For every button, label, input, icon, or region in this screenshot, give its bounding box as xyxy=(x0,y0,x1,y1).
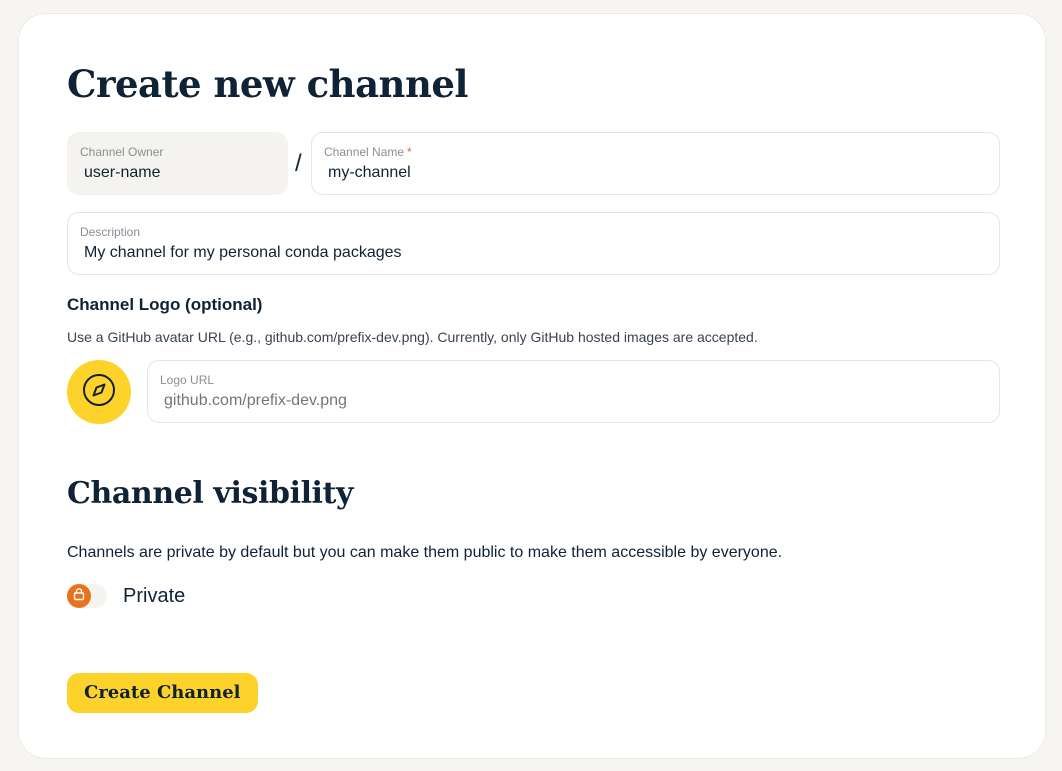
channel-name-label: Channel Name * xyxy=(324,145,412,159)
channel-owner-value: user-name xyxy=(84,164,161,181)
visibility-toggle[interactable] xyxy=(67,584,107,608)
logo-url-label: Logo URL xyxy=(160,373,215,387)
logo-preview xyxy=(67,360,131,424)
create-channel-button[interactable]: Create Channel xyxy=(67,673,258,713)
visibility-heading: Channel visibility xyxy=(67,476,354,511)
page-title: Create new channel xyxy=(67,62,468,106)
lock-icon xyxy=(72,587,86,606)
channel-owner-field: Channel Owner user-name xyxy=(67,132,288,195)
channel-name-input[interactable] xyxy=(328,163,983,183)
logo-url-input[interactable] xyxy=(164,391,983,411)
channel-name-field[interactable]: Channel Name * xyxy=(311,132,1000,195)
toggle-knob xyxy=(67,584,91,608)
visibility-toggle-label: Private xyxy=(123,585,186,607)
description-label: Description xyxy=(80,225,141,239)
channel-logo-help: Use a GitHub avatar URL (e.g., github.co… xyxy=(67,329,758,345)
channel-logo-heading: Channel Logo (optional) xyxy=(67,295,263,314)
required-marker: * xyxy=(407,145,412,159)
description-field[interactable]: Description xyxy=(67,212,1000,275)
channel-owner-label: Channel Owner xyxy=(80,145,164,159)
create-channel-card: Create new channel Channel Owner user-na… xyxy=(18,13,1046,759)
visibility-description: Channels are private by default but you … xyxy=(67,544,783,561)
compass-icon xyxy=(81,372,117,413)
description-input[interactable] xyxy=(84,243,983,263)
owner-name-separator: / xyxy=(295,150,302,177)
logo-url-field[interactable]: Logo URL xyxy=(147,360,1000,423)
